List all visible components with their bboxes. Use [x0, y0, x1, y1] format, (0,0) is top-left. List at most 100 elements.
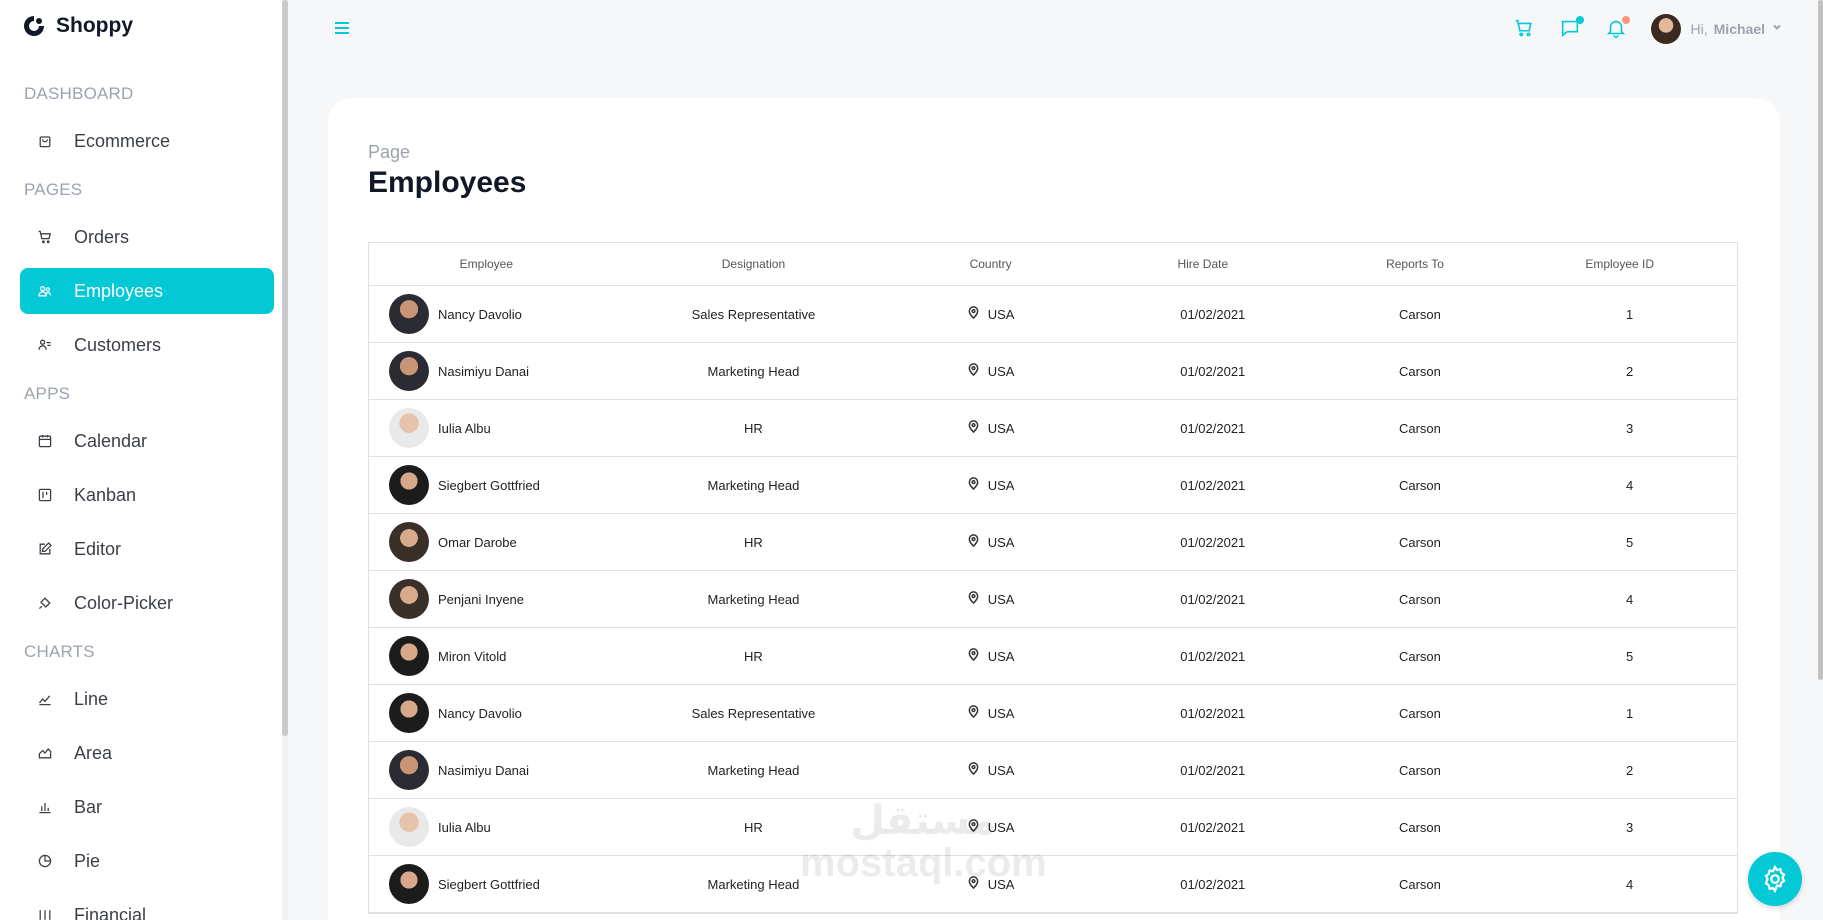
employee-name: Nasimiyu Danai	[438, 363, 530, 379]
table-row[interactable]: Miron Vitold HR USA 01/02/2021 Carson 5	[369, 628, 1737, 685]
sidebar-item-kanban[interactable]: Kanban	[20, 472, 274, 518]
country-name: USA	[987, 534, 1015, 550]
column-header-employee-id[interactable]: Employee ID	[1502, 257, 1737, 271]
table-row[interactable]: Iulia Albu HR USA 01/02/2021 Carson 3	[369, 400, 1737, 457]
table-row[interactable]: Iulia Albu HR USA 01/02/2021 Carson 3	[369, 799, 1737, 856]
sidebar-item-label: Bar	[74, 796, 103, 817]
employee-id-cell: 5	[1626, 534, 1634, 550]
people-icon	[36, 282, 54, 300]
column-header-employee[interactable]: Employee	[369, 257, 604, 271]
brand[interactable]: Shoppy	[22, 14, 133, 38]
table-row[interactable]: Nasimiyu Danai Marketing Head USA 01/02/202…	[369, 742, 1737, 799]
sidebar-section-apps: APPS	[24, 384, 71, 403]
sidebar-item-editor[interactable]: Editor	[20, 526, 274, 572]
location-pin-icon	[967, 591, 980, 607]
sidebar-item-calendar[interactable]: Calendar	[20, 418, 274, 464]
designation-cell: Marketing Head	[707, 363, 800, 379]
app-root: Shoppy DASHBOARD Ecommerce PAGES Orders Empl…	[0, 0, 1823, 920]
sidebar-item-pie[interactable]: Pie	[20, 838, 274, 884]
employee-cell: Omar Darobe	[369, 522, 604, 562]
designation-cell: HR	[744, 534, 763, 550]
country-cell: USA	[903, 477, 1078, 493]
column-header-designation[interactable]: Designation	[604, 257, 904, 271]
sidebar-item-color-picker[interactable]: Color-Picker	[20, 580, 274, 626]
chat-button[interactable]	[1559, 16, 1584, 41]
table-row[interactable]: Omar Darobe HR USA 01/02/2021 Carson 5	[369, 514, 1737, 571]
page-scrollbar-thumb[interactable]	[1818, 0, 1823, 680]
location-pin-icon	[967, 648, 980, 664]
sidebar: Shoppy DASHBOARD Ecommerce PAGES Orders Empl…	[0, 0, 288, 920]
menu-toggle-button[interactable]	[332, 18, 352, 38]
column-header-reports-to[interactable]: Reports To	[1328, 257, 1503, 271]
table-row[interactable]: Nasimiyu Danai Marketing Head USA 01/02/202…	[369, 343, 1737, 400]
hire-date-cell: 01/02/2021	[1180, 648, 1246, 664]
sidebar-item-area[interactable]: Area	[20, 730, 274, 776]
sidebar-item-label: Line	[74, 688, 109, 709]
reports-to-cell: Carson	[1398, 420, 1441, 436]
sidebar-item-label: Customers	[74, 334, 162, 355]
hire-date-cell: 01/02/2021	[1180, 363, 1246, 379]
avatar	[1650, 14, 1681, 44]
reports-to-cell: Carson	[1398, 306, 1441, 322]
chat-notification-dot	[1575, 16, 1584, 24]
table-row[interactable]: Nancy Davolio Sales Representative USA 01/0…	[369, 286, 1737, 343]
sidebar-item-employees[interactable]: Employees	[20, 268, 274, 314]
sidebar-item-customers[interactable]: Customers	[20, 322, 274, 368]
designation-cell: Marketing Head	[707, 477, 800, 493]
edit-icon	[36, 540, 54, 558]
sidebar-item-label: Calendar	[74, 430, 148, 451]
sidebar-section-charts: CHARTS	[24, 642, 95, 661]
sidebar-item-orders[interactable]: Orders	[20, 214, 274, 260]
country-cell: USA	[903, 420, 1078, 436]
sidebar-item-bar[interactable]: Bar	[20, 784, 274, 830]
avatar	[389, 864, 429, 904]
sidebar-item-label: Area	[74, 742, 113, 763]
country-cell: USA	[903, 363, 1078, 379]
calendar-icon	[36, 432, 54, 450]
location-pin-icon	[967, 534, 980, 550]
user-profile-menu[interactable]: Hi, Michael	[1650, 14, 1783, 44]
financial-icon	[36, 906, 54, 920]
employee-name: Nasimiyu Danai	[438, 762, 530, 778]
settings-button[interactable]	[1748, 852, 1802, 906]
pie-chart-icon	[36, 852, 54, 870]
employee-name: Siegbert Gottfried	[438, 876, 540, 892]
employee-cell: Miron Vitold	[369, 636, 604, 676]
cart-icon	[36, 228, 54, 246]
employee-cell: Siegbert Gottfried	[369, 465, 604, 505]
sidebar-item-label: Editor	[74, 538, 122, 559]
column-header-country[interactable]: Country	[903, 257, 1078, 271]
table-row[interactable]: Siegbert Gottfried Marketing Head USA 01/02…	[369, 457, 1737, 514]
employee-name: Miron Vitold	[438, 648, 507, 664]
column-header-hire-date[interactable]: Hire Date	[1078, 257, 1328, 271]
line-chart-icon	[36, 690, 54, 708]
page-category: Page	[368, 142, 411, 162]
sidebar-item-financial[interactable]: Financial	[20, 892, 274, 920]
notifications-button[interactable]	[1605, 16, 1630, 41]
cart-button[interactable]	[1513, 17, 1537, 41]
avatar	[389, 465, 429, 505]
avatar	[389, 636, 429, 676]
country-name: USA	[987, 705, 1015, 721]
country-cell: USA	[903, 306, 1078, 322]
sidebar-section-pages: PAGES	[24, 180, 83, 199]
employee-cell: Nancy Davolio	[369, 294, 604, 334]
table-row[interactable]: Penjani Inyene Marketing Head USA 01/02/202…	[369, 571, 1737, 628]
table-row[interactable]: Siegbert Gottfried Marketing Head USA 01/02…	[369, 856, 1737, 913]
country-cell: USA	[903, 591, 1078, 607]
location-pin-icon	[967, 420, 980, 436]
employees-grid: Employee Designation Country Hire Date R…	[368, 242, 1738, 914]
designation-cell: HR	[744, 648, 763, 664]
sidebar-item-ecommerce[interactable]: Ecommerce	[20, 118, 274, 164]
country-name: USA	[987, 591, 1015, 607]
avatar	[389, 351, 429, 391]
sidebar-item-line[interactable]: Line	[20, 676, 274, 722]
reports-to-cell: Carson	[1398, 705, 1441, 721]
location-pin-icon	[967, 762, 980, 778]
reports-to-cell: Carson	[1398, 477, 1441, 493]
sidebar-scrollbar-thumb[interactable]	[282, 0, 288, 736]
sidebar-item-label: Pie	[74, 850, 101, 871]
table-row[interactable]: Nancy Davolio Sales Representative USA 01/0…	[369, 685, 1737, 742]
gear-icon	[1764, 864, 1786, 894]
country-name: USA	[987, 363, 1015, 379]
